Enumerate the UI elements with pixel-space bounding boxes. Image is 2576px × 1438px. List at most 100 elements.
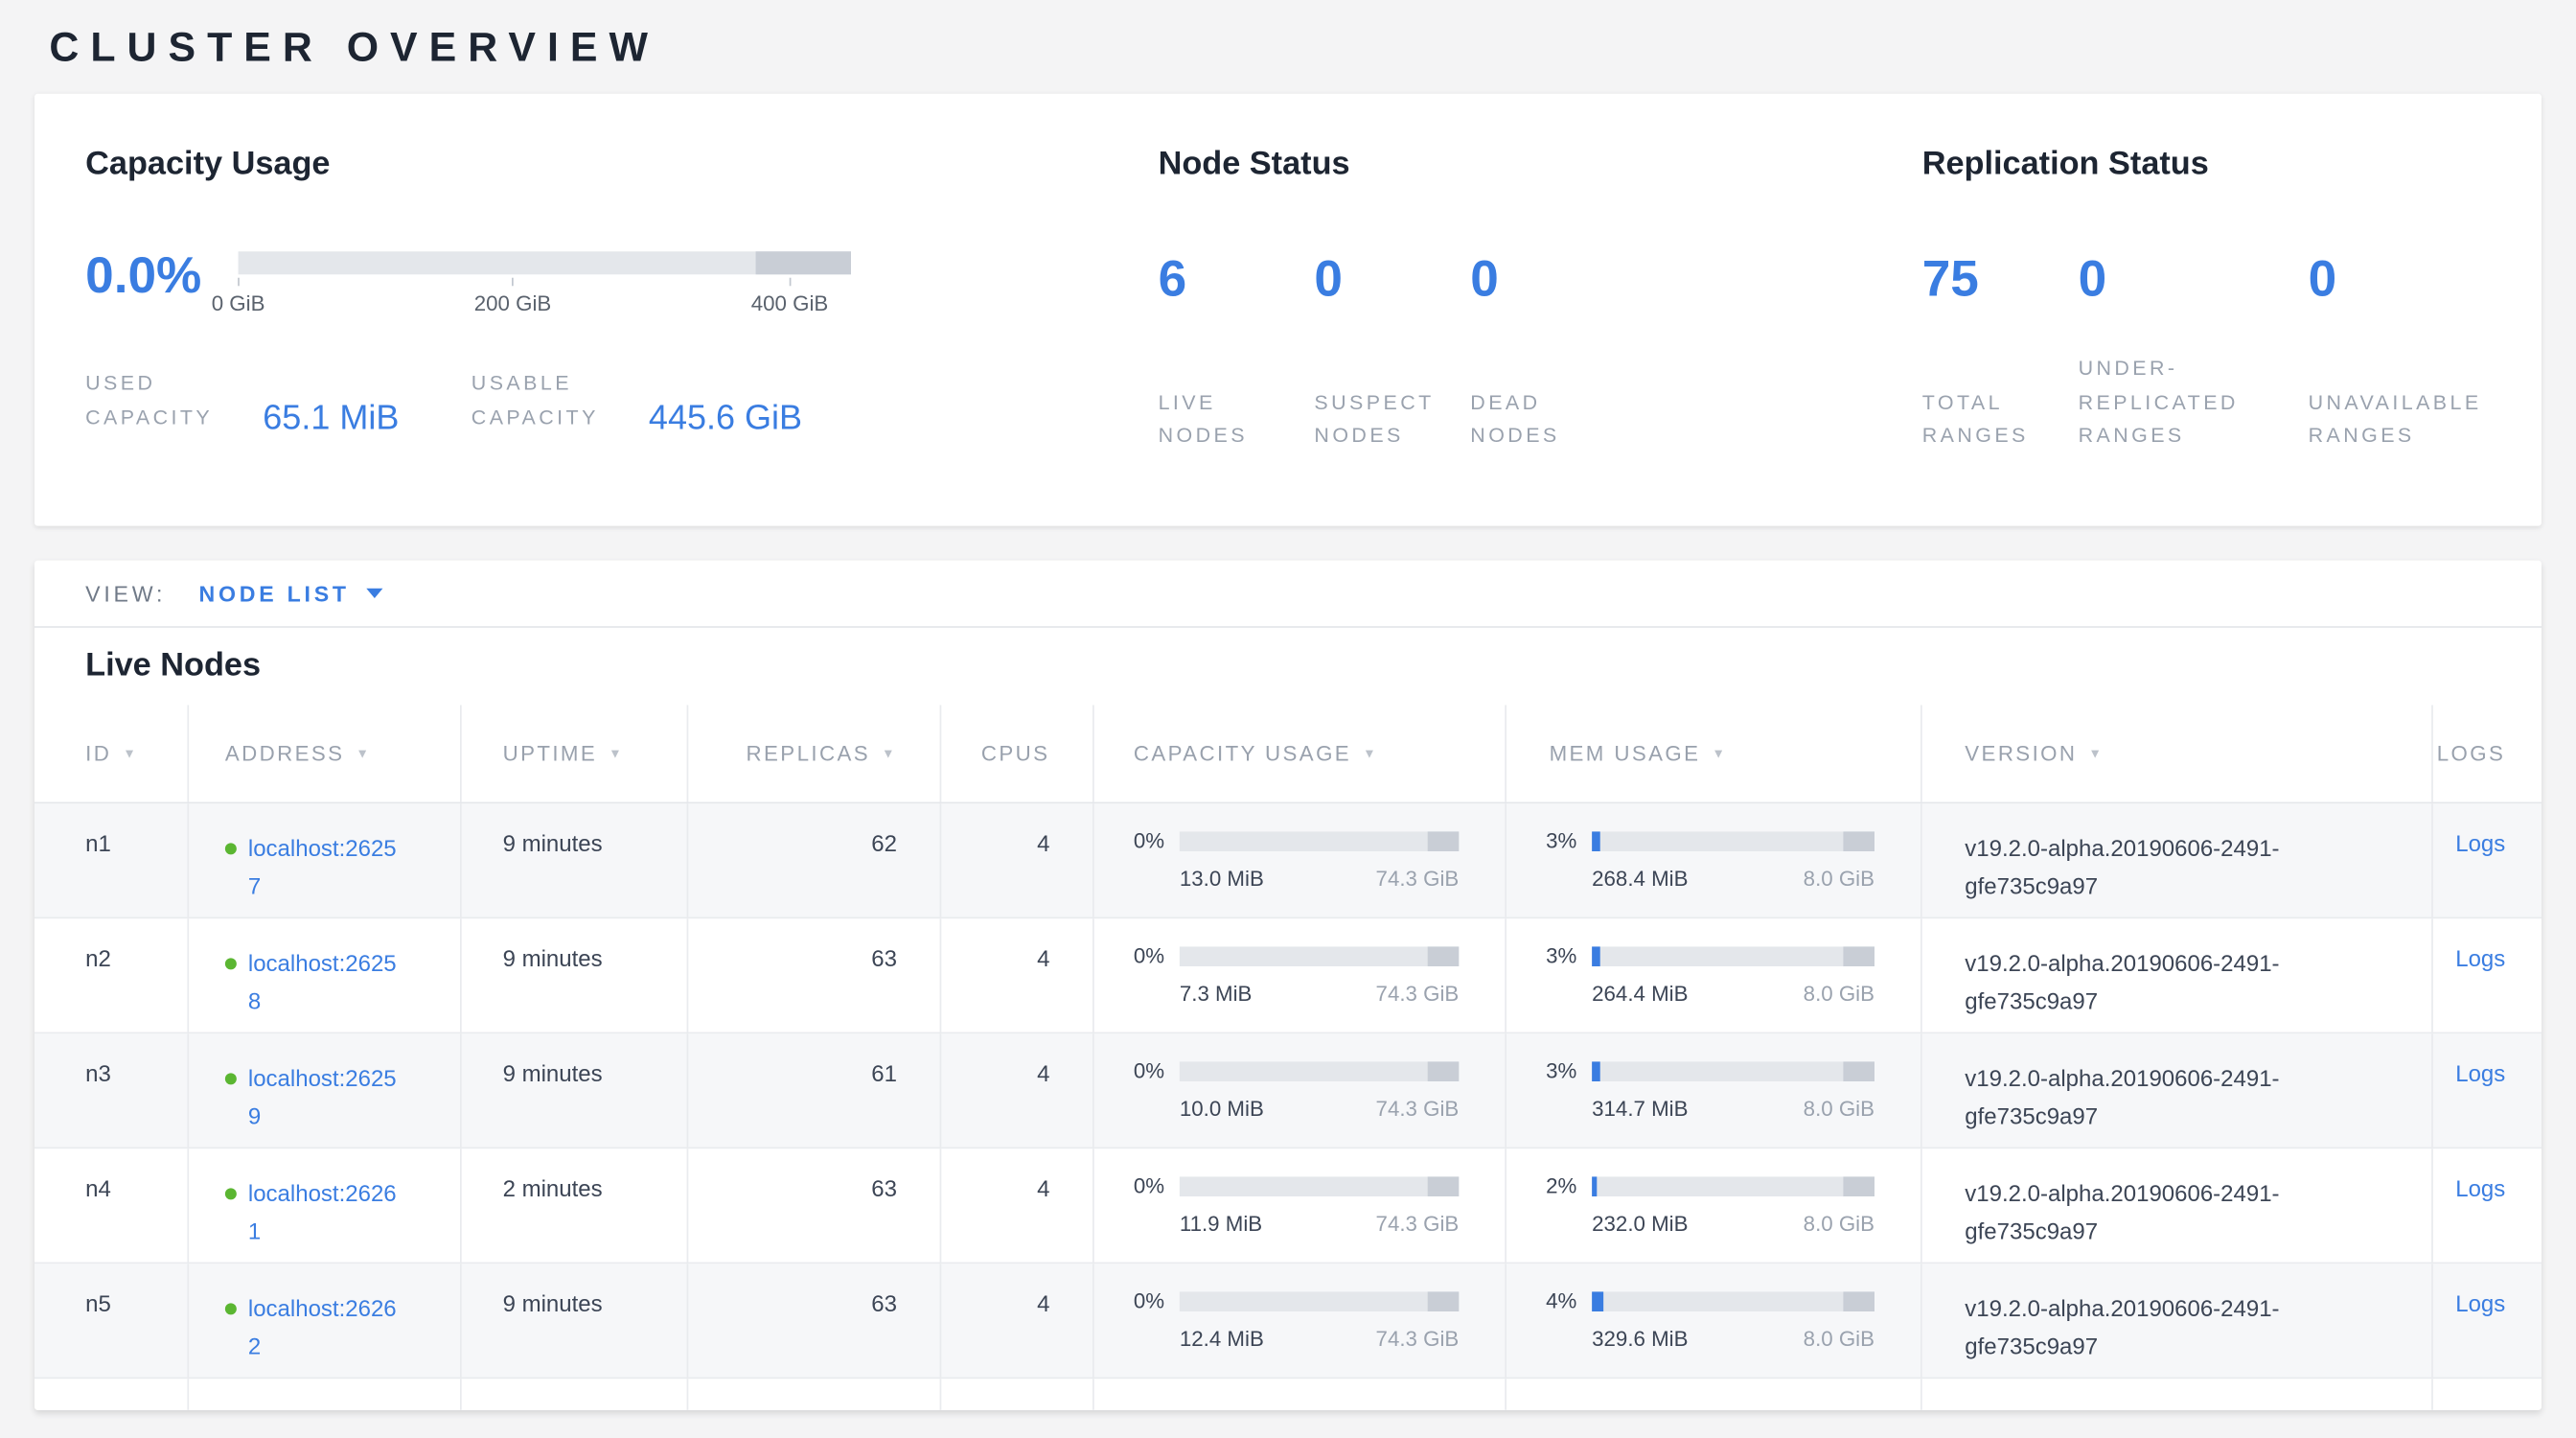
capacity-axis: 0 GiB 200 GiB 400 GiB: [239, 278, 851, 324]
node-replicas: 63: [688, 918, 941, 1032]
suspect-nodes-stat: 0 SUSPECT NODES: [1314, 253, 1470, 453]
capacity-percent-label: 0%: [1134, 943, 1180, 968]
capacity-usage-cell: 0% 10.0 MiB 74.3 GiB: [1094, 1033, 1506, 1147]
sort-caret-icon: ▼: [882, 746, 897, 760]
capacity-bar-reserved-segment: [756, 251, 851, 274]
node-live-status-dot: [225, 1073, 237, 1084]
table-row: n5 localhost:26262 9 minutes 63 4 0% 12.…: [34, 1264, 2542, 1379]
table-row: n2 localhost:26258 9 minutes 63 4 0% 7.3…: [34, 918, 2542, 1033]
summary-card: Capacity Usage 0.0% 0 GiB 200 GiB: [34, 94, 2542, 526]
column-header-uptime[interactable]: UPTIME ▼: [462, 705, 689, 801]
column-header-label: CPUS: [981, 741, 1050, 766]
live-nodes-heading: Live Nodes: [34, 628, 2542, 706]
used-capacity-label: USED CAPACITY: [85, 366, 243, 434]
capacity-percent-label: 0%: [1134, 1058, 1180, 1083]
dead-nodes-label: DEAD NODES: [1470, 385, 1626, 453]
capacity-total-value: 74.3 GiB: [1376, 866, 1460, 891]
live-nodes-count: 6: [1159, 253, 1315, 304]
capacity-usage-cell: 0% 7.3 MiB 74.3 GiB: [1094, 918, 1506, 1032]
table-row: n4 localhost:26261 2 minutes 63 4 0% 11.…: [34, 1148, 2542, 1264]
suspect-nodes-count: 0: [1314, 253, 1470, 304]
node-address-cell: localhost:26259: [189, 1033, 462, 1147]
node-address-cell: localhost:26258: [189, 918, 462, 1032]
axis-tick-mark: [238, 278, 240, 287]
node-list-dropdown[interactable]: NODE LIST: [198, 581, 382, 606]
node-address-link[interactable]: localhost:26259: [248, 1060, 407, 1136]
logs-link[interactable]: Logs: [2455, 830, 2505, 856]
node-live-status-dot: [225, 1303, 237, 1314]
under-replicated-stat: 0 UNDER-REPLICATED RANGES: [2079, 253, 2309, 453]
logs-link[interactable]: Logs: [2455, 1290, 2505, 1316]
mem-percent-label: 4%: [1546, 1288, 1592, 1313]
column-header-replicas[interactable]: REPLICAS ▼: [688, 705, 941, 801]
sort-caret-icon: ▼: [1363, 746, 1378, 760]
used-capacity-stat: USED CAPACITY 65.1 MiB: [85, 366, 399, 434]
column-header-capacity-usage[interactable]: CAPACITY USAGE ▼: [1094, 705, 1506, 801]
version-text: v19.2.0-alpha.20190606-2491-gfe735c9a97: [1965, 1290, 2346, 1366]
node-list-dropdown-value: NODE LIST: [198, 581, 349, 606]
logs-link[interactable]: Logs: [2455, 945, 2505, 971]
capacity-total-value: 74.3 GiB: [1376, 1211, 1460, 1236]
capacity-usage-cell: 0% 11.9 MiB 74.3 GiB: [1094, 1148, 1506, 1262]
mem-usage-cell: 4% 329.6 MiB 8.0 GiB: [1506, 1264, 1922, 1377]
node-address-link[interactable]: localhost:26262: [248, 1290, 407, 1366]
mem-usage-bar: [1592, 1061, 1874, 1081]
mem-usage-bar: [1592, 1176, 1874, 1196]
logs-cell: Logs: [2433, 803, 2542, 916]
node-address-link[interactable]: localhost:26261: [248, 1175, 407, 1251]
logs-link[interactable]: Logs: [2455, 1175, 2505, 1201]
node-id: n1: [34, 803, 189, 916]
node-cpus: 4: [941, 918, 1093, 1032]
sort-caret-icon: ▼: [123, 746, 138, 760]
column-header-label: VERSION: [1965, 741, 2077, 766]
view-label: VIEW:: [85, 581, 166, 606]
mem-used-value: 268.4 MiB: [1592, 866, 1688, 891]
cluster-overview-page: CLUSTER OVERVIEW Capacity Usage 0.0% 0 G…: [0, 0, 2576, 1438]
node-address-cell: localhost:26261: [189, 1148, 462, 1262]
usable-capacity-label: USABLE CAPACITY: [472, 366, 630, 434]
column-header-mem-usage[interactable]: MEM USAGE ▼: [1506, 705, 1922, 801]
total-ranges-label: TOTAL RANGES: [1922, 385, 2079, 453]
capacity-used-value: 11.9 MiB: [1180, 1211, 1262, 1236]
version-text: v19.2.0-alpha.20190606-2491-gfe735c9a97: [1965, 945, 2346, 1021]
column-header-label: ADDRESS: [225, 741, 345, 766]
capacity-usage-heading: Capacity Usage: [85, 147, 1158, 184]
node-id: n2: [34, 918, 189, 1032]
node-version: v19.2.0-alpha.20190606-2491-gfe735c9a97: [1922, 1264, 2433, 1377]
bar-fill: [1592, 946, 1600, 966]
capacity-bar: [239, 251, 851, 274]
node-address-link[interactable]: localhost:26257: [248, 830, 407, 906]
usable-capacity-stat: USABLE CAPACITY 445.6 GiB: [472, 366, 802, 434]
node-cpus: 4: [941, 1264, 1093, 1377]
chevron-down-icon: [366, 589, 382, 598]
table-row-partial: [34, 1379, 2542, 1410]
sort-caret-icon: ▼: [1712, 746, 1727, 760]
capacity-used-value: 10.0 MiB: [1180, 1096, 1264, 1121]
logs-link[interactable]: Logs: [2455, 1060, 2505, 1086]
under-replicated-label: UNDER-REPLICATED RANGES: [2079, 352, 2292, 453]
node-version: v19.2.0-alpha.20190606-2491-gfe735c9a97: [1922, 1148, 2433, 1262]
capacity-used-value: 13.0 MiB: [1180, 866, 1264, 891]
node-address-cell: localhost:26257: [189, 803, 462, 916]
node-uptime: 2 minutes: [462, 1148, 689, 1262]
axis-tick-label: 0 GiB: [212, 290, 265, 315]
column-header-id[interactable]: ID ▼: [34, 705, 189, 801]
node-address-link[interactable]: localhost:26258: [248, 945, 407, 1021]
table-body: n1 localhost:26257 9 minutes 62 4 0% 13.…: [34, 803, 2542, 1379]
column-header-label: MEM USAGE: [1550, 741, 1701, 766]
bar-reserved-segment: [1428, 831, 1460, 851]
live-nodes-stat: 6 LIVE NODES: [1159, 253, 1315, 453]
column-header-version[interactable]: VERSION ▼: [1922, 705, 2433, 801]
logs-cell: Logs: [2433, 1148, 2542, 1262]
capacity-usage-bar: [1180, 1176, 1459, 1196]
column-header-label: CAPACITY USAGE: [1134, 741, 1351, 766]
node-cpus: 4: [941, 803, 1093, 916]
mem-total-value: 8.0 GiB: [1804, 981, 1874, 1006]
mem-used-value: 232.0 MiB: [1592, 1211, 1688, 1236]
mem-usage-bar: [1592, 946, 1874, 966]
node-id: n5: [34, 1264, 189, 1377]
column-header-address[interactable]: ADDRESS ▼: [189, 705, 462, 801]
mem-used-value: 314.7 MiB: [1592, 1096, 1688, 1121]
unavailable-ranges-label: UNAVAILABLE RANGES: [2309, 385, 2539, 453]
sort-caret-icon: ▼: [356, 746, 371, 760]
